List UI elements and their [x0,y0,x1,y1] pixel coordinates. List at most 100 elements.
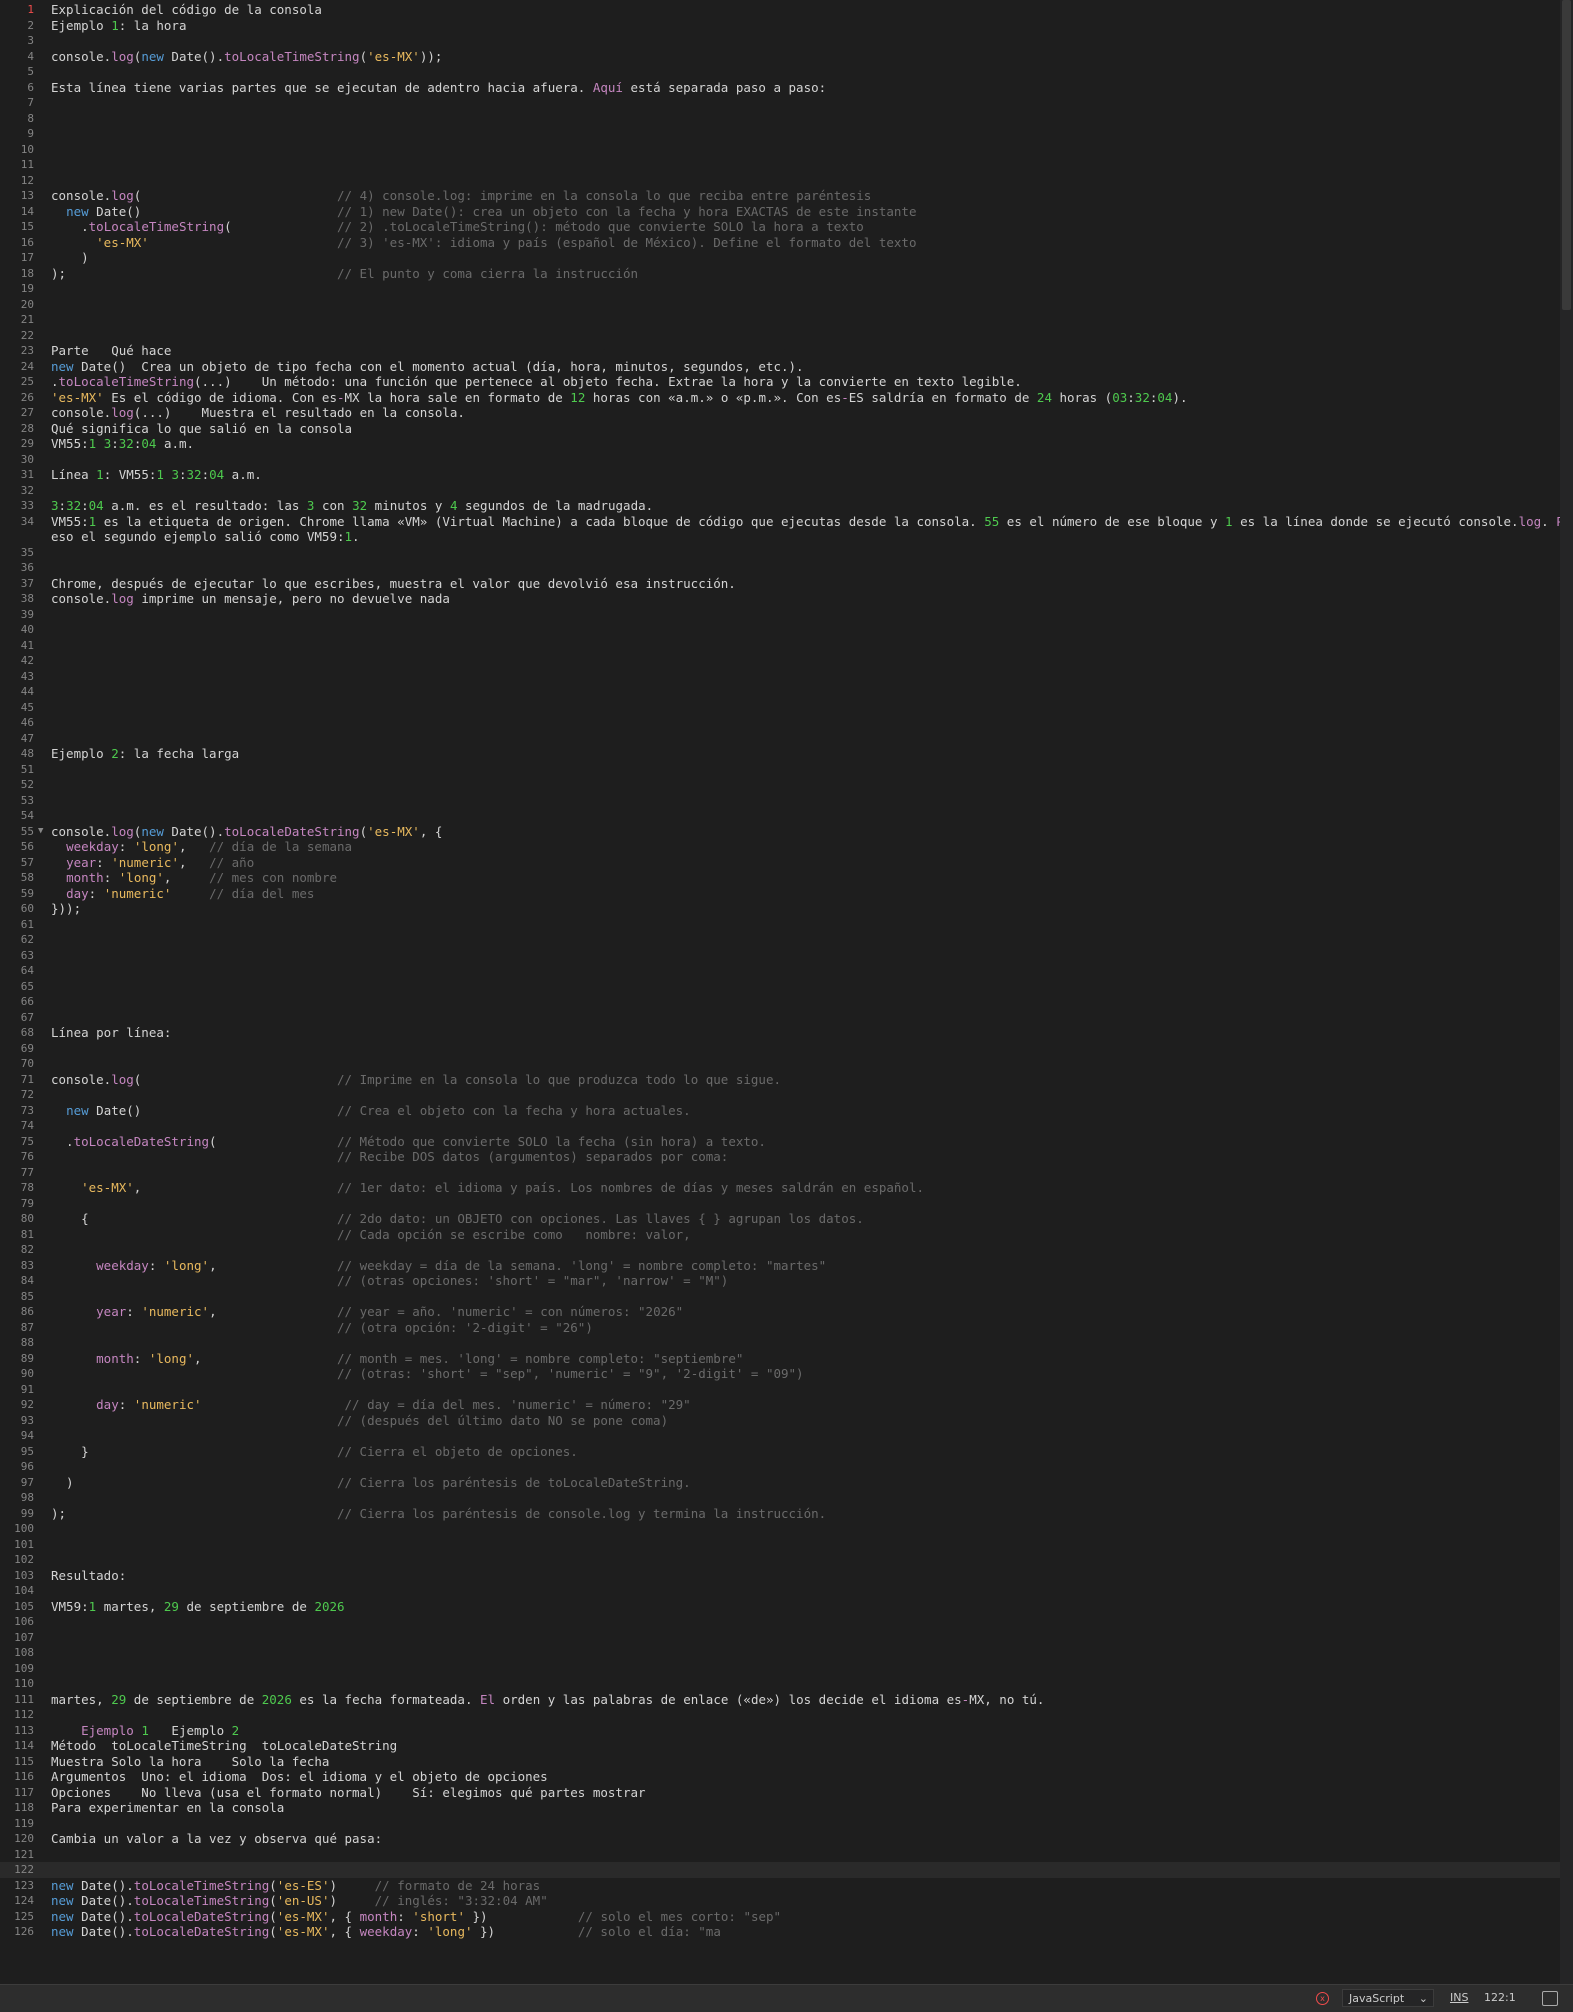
line-number: 58 [20,871,34,884]
code-line[interactable]: new Date().toLocaleTimeString('es-ES') /… [51,1878,540,1893]
code-line[interactable]: ) [51,250,89,265]
code-line[interactable]: day: 'numeric' // día del mes [51,886,314,901]
cursor-position[interactable]: 122:1 [1484,1991,1516,2004]
line-number: 99 [20,1506,34,1520]
code-line[interactable]: VM55:1 es la etiqueta de origen. Chrome … [51,514,1560,529]
line-number: 29 [20,437,34,450]
code-line[interactable]: year: 'numeric', // año [51,855,254,870]
code-line[interactable]: Argumentos Uno: el idioma Dos: el idioma… [51,1769,548,1784]
code-line[interactable]: Ejemplo 1: la hora [51,18,186,33]
line-number: 121 [14,1847,34,1861]
line-number: 112 [14,1708,34,1721]
code-line[interactable]: console.log imprime un mensaje, pero no … [51,591,450,606]
code-line[interactable]: Ejemplo 1 Ejemplo 2 [51,1723,239,1738]
code-line[interactable]: new Date() // Crea el objeto con la fech… [51,1103,691,1118]
line-number: 45 [20,700,34,714]
code-line[interactable]: console.log(new Date().toLocaleTimeStrin… [51,49,442,64]
code-line[interactable]: 3:32:04 a.m. es el resultado: las 3 con … [51,498,653,513]
code-line[interactable]: Línea 1: VM55:1 3:32:04 a.m. [51,467,262,482]
code-line[interactable]: { // 2do dato: un OBJETO con opciones. L… [51,1211,864,1226]
code-line[interactable]: Qué significa lo que salió en la consola [51,421,352,436]
code-line[interactable]: weekday: 'long', // weekday = día de la … [51,1258,826,1273]
code-line[interactable]: // (otras: 'short' = "sep", 'numeric' = … [51,1366,804,1381]
line-number: 73 [20,1103,34,1117]
code-line[interactable]: VM59:1 martes, 29 de septiembre de 2026 [51,1599,345,1614]
code-line[interactable]: // (después del último dato NO se pone c… [51,1413,668,1428]
code-line[interactable]: month: 'long', // mes con nombre [51,870,337,885]
code-line[interactable]: Opciones No lleva (usa el formato normal… [51,1785,646,1800]
code-line[interactable]: new Date().toLocaleTimeString('en-US') /… [51,1893,548,1908]
code-line[interactable]: day: 'numeric' // day = día del mes. 'nu… [51,1397,691,1412]
code-line[interactable]: console.log(new Date().toLocaleDateStrin… [51,824,442,839]
line-number: 66 [20,995,34,1008]
code-line[interactable]: new Date() Crea un objeto de tipo fecha … [51,359,804,374]
code-line[interactable]: })); [51,901,81,916]
code-editor[interactable]: 1 Explicación del código de la consola 2 Ej… [0,0,1560,1985]
code-line[interactable]: Esta línea tiene varias partes que se ej… [51,80,826,95]
line-number: 111 [14,1692,34,1706]
line-number: 38 [20,592,34,605]
code-line[interactable]: ) // Cierra los paréntesis de toLocaleDa… [51,1475,691,1490]
vertical-scrollbar[interactable] [1560,0,1573,1985]
code-line[interactable]: console.log(...) Muestra el resultado en… [51,405,465,420]
code-line[interactable]: ); // El punto y coma cierra la instrucc… [51,266,638,281]
code-line[interactable]: .toLocaleDateString( // Método que convi… [51,1134,766,1149]
code-line[interactable]: year: 'numeric', // year = año. 'numeric… [51,1304,683,1319]
code-line[interactable]: // Recibe DOS datos (argumentos) separad… [51,1149,728,1164]
code-line[interactable]: eso el segundo ejemplo salió como VM59:1… [51,529,360,544]
code-line[interactable]: 'es-MX' // 3) 'es-MX': idioma y país (es… [51,235,916,250]
code-line[interactable]: .toLocaleTimeString( // 2) .toLocaleTime… [51,219,864,234]
code-line[interactable]: new Date() // 1) new Date(): crea un obj… [51,204,916,219]
code-line[interactable]: Cambia un valor a la vez y observa qué p… [51,1831,382,1846]
insert-mode[interactable]: INS [1450,1991,1468,2004]
line-number: 85 [20,1289,34,1303]
code-line[interactable]: console.log( // Imprime en la consola lo… [51,1072,781,1087]
code-line[interactable]: VM55:1 3:32:04 a.m. [51,436,194,451]
line-number: 21 [20,313,34,326]
code-line[interactable]: 'es-MX', // 1er dato: el idioma y país. … [51,1180,924,1195]
code-line[interactable]: Parte Qué hace [51,343,171,358]
code-line[interactable]: new Date().toLocaleDateString('es-MX', {… [51,1924,721,1939]
line-number: 103 [14,1568,34,1582]
line-number: 9 [27,127,34,140]
language-select[interactable]: JavaScript ⌄ [1342,1989,1434,2007]
scrollbar-thumb[interactable] [1562,0,1571,310]
code-line[interactable]: 'es-MX' Es el código de idioma. Con es-M… [51,390,1188,405]
line-number: 92 [20,1398,34,1411]
line-number: 110 [14,1677,34,1690]
line-number: 75 [20,1134,34,1148]
code-line[interactable]: Línea por línea: [51,1025,171,1040]
code-line[interactable]: martes, 29 de septiembre de 2026 es la f… [51,1692,1044,1707]
code-line[interactable]: Para experimentar en la consola [51,1800,284,1815]
fold-arrow-icon[interactable]: ▼ [38,826,43,836]
code-line[interactable]: Ejemplo 2: la fecha larga [51,746,239,761]
code-line[interactable]: // Cada opción se escribe como nombre: v… [51,1227,691,1242]
code-line[interactable]: new Date().toLocaleDateString('es-MX', {… [51,1909,781,1924]
layout-icon[interactable] [1542,1991,1558,2006]
code-line[interactable]: // (otra opción: '2-digit' = "26") [51,1320,593,1335]
line-number: 71 [20,1072,34,1086]
line-number: 91 [20,1382,34,1396]
line-number: 79 [20,1196,34,1210]
code-line[interactable]: month: 'long', // month = mes. 'long' = … [51,1351,743,1366]
code-line[interactable]: Muestra Solo la hora Solo la fecha [51,1754,329,1769]
line-number: 123 [14,1878,34,1892]
code-line[interactable]: .toLocaleTimeString(...) Un método: una … [51,374,1022,389]
line-number: 105 [14,1599,34,1613]
line-number: 78 [20,1181,34,1194]
code-line[interactable]: ); // Cierra los paréntesis de console.l… [51,1506,826,1521]
line-number: 94 [20,1429,34,1442]
code-line[interactable]: // (otras opciones: 'short' = "mar", 'na… [51,1273,728,1288]
code-line[interactable]: Chrome, después de ejecutar lo que escri… [51,576,736,591]
line-number: 122 [14,1863,34,1876]
code-line[interactable]: console.log( // 4) console.log: imprime … [51,188,871,203]
error-icon[interactable]: x [1316,1992,1329,2005]
code-line[interactable]: Método toLocaleTimeString toLocaleDateSt… [51,1738,397,1753]
code-line[interactable]: Explicación del código de la consola [51,2,322,17]
line-number: 69 [20,1041,34,1055]
line-number: 53 [20,793,34,807]
code-line[interactable]: weekday: 'long', // día de la semana [51,839,352,854]
line-number: 33 [20,499,34,512]
code-line[interactable]: } // Cierra el objeto de opciones. [51,1444,578,1459]
code-line[interactable]: Resultado: [51,1568,126,1583]
